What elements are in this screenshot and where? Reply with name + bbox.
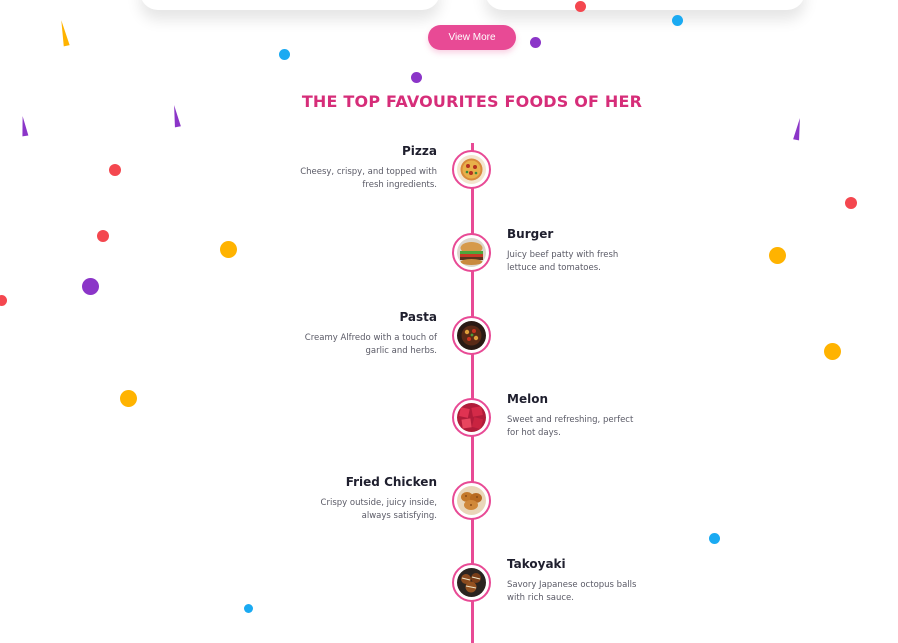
food-description: Crispy outside, juicy inside, always sat…	[320, 498, 437, 521]
pasta-photo	[457, 321, 486, 350]
confetti-dot	[845, 197, 857, 209]
confetti-dot	[109, 164, 121, 176]
confetti-dot	[769, 247, 786, 264]
confetti-dot	[244, 604, 253, 613]
food-description: Sweet and refreshing, perfect for hot da…	[507, 415, 634, 438]
confetti-dot	[0, 295, 7, 306]
timeline-marker	[452, 150, 491, 189]
melon-photo	[457, 403, 486, 432]
food-description: Juicy beef patty with fresh lettuce and …	[507, 250, 619, 273]
food-description: Savory Japanese octopus balls with rich …	[507, 580, 637, 603]
food-description: Creamy Alfredo with a touch of garlic an…	[304, 333, 437, 356]
confetti-dot	[82, 278, 99, 295]
confetti-dot	[411, 72, 422, 83]
timeline-marker	[452, 233, 491, 272]
top-card-right	[485, 0, 805, 10]
section-title: THE TOP FAVOURITES FOODS OF HER	[301, 92, 643, 111]
confetti-dot	[672, 15, 683, 26]
confetti-dot	[279, 49, 290, 60]
food-name: Pasta	[399, 310, 437, 324]
takoyaki-photo	[457, 568, 486, 597]
food-name: Takoyaki	[507, 557, 566, 571]
confetti-dot	[824, 343, 841, 360]
timeline-item-burger: Burger Juicy beef patty with fresh lettu…	[0, 227, 898, 303]
pizza-photo	[457, 155, 486, 184]
confetti-triangle	[19, 115, 29, 137]
timeline-marker	[452, 316, 491, 355]
timeline-item-fried-chicken: Fried Chicken Crispy outside, juicy insi…	[0, 475, 898, 551]
confetti-dot	[97, 230, 109, 242]
timeline-marker	[452, 481, 491, 520]
confetti-dot	[220, 241, 237, 258]
confetti-dot	[530, 37, 541, 48]
confetti-dot	[575, 1, 586, 12]
food-name: Burger	[507, 227, 554, 241]
confetti-triangle	[793, 117, 803, 141]
food-name: Pizza	[402, 144, 437, 158]
timeline-item-pasta: Pasta Creamy Alfredo with a touch of gar…	[0, 310, 898, 386]
fried-chicken-photo	[457, 486, 486, 515]
top-card-left	[140, 0, 440, 10]
food-name: Fried Chicken	[345, 475, 437, 489]
timeline-item-takoyaki: Takoyaki Savory Japanese octopus balls w…	[0, 557, 898, 633]
confetti-triangle	[58, 19, 70, 47]
confetti-dot	[120, 390, 137, 407]
confetti-dot	[709, 533, 720, 544]
food-name: Melon	[507, 392, 548, 406]
timeline-marker	[452, 563, 491, 602]
burger-photo	[457, 238, 486, 267]
timeline-marker	[452, 398, 491, 437]
timeline-item-melon: Melon Sweet and refreshing, perfect for …	[0, 392, 898, 468]
timeline-item-pizza: Pizza Cheesy, crispy, and topped with fr…	[0, 144, 898, 220]
view-more-button[interactable]: View More	[428, 25, 516, 50]
food-description: Cheesy, crispy, and topped with fresh in…	[300, 167, 437, 190]
